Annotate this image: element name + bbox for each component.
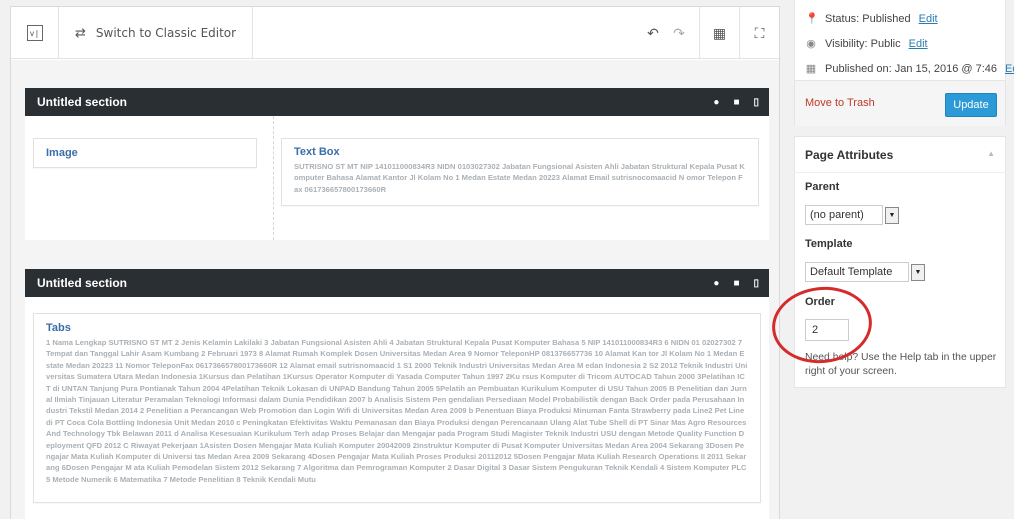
page-attributes-title: Page Attributes — [805, 148, 894, 162]
status-label: Status: Published — [825, 12, 911, 25]
editor-toolbar: v| ⇄ Switch to Classic Editor ↶ ↷ ▦ ⛶ — [11, 7, 779, 59]
undo-icon[interactable]: ↶ — [639, 7, 667, 59]
publish-box: 📍 Status: Published Edit ◉ Visibility: P… — [794, 0, 1014, 126]
element-title: Image — [46, 147, 78, 159]
column-divider — [273, 116, 274, 240]
order-label: Order — [805, 296, 835, 308]
eye-icon: ◉ — [806, 38, 816, 50]
section-title: Untitled section — [37, 95, 128, 109]
element-title: Tabs — [46, 322, 71, 334]
clone-icon[interactable]: ■ — [733, 278, 739, 289]
published-edit-link[interactable]: Edit — [1005, 63, 1014, 75]
delete-icon[interactable]: ▯ — [753, 97, 759, 108]
editor-canvas: Untitled section ● ■ ▯ Image Text Box SU… — [11, 60, 779, 519]
element-content: SUTRISNO ST MT NIP 141011000834R3 NIDN 0… — [294, 162, 745, 194]
paint-icon[interactable]: ● — [713, 278, 719, 289]
chevron-down-icon: ▼ — [885, 206, 899, 224]
chevron-down-icon: ▼ — [911, 263, 925, 281]
publish-actions: Move to Trash Update — [795, 80, 1005, 126]
order-input[interactable]: 2 — [805, 319, 849, 341]
section-header[interactable]: Untitled section ● ■ ▯ — [25, 269, 769, 297]
switch-icon: ⇄ — [75, 25, 86, 41]
delete-icon[interactable]: ▯ — [753, 278, 759, 289]
published-label: Published on: Jan 15, 2016 @ 7:46 — [825, 62, 998, 75]
text-box-element[interactable]: Text Box SUTRISNO ST MT NIP 141011000834… — [281, 138, 759, 206]
layout-grid-icon[interactable]: ▦ — [699, 7, 739, 59]
switch-classic-label: Switch to Classic Editor — [95, 26, 237, 40]
fullscreen-icon[interactable]: ⛶ — [739, 7, 779, 59]
clone-icon[interactable]: ■ — [733, 97, 739, 108]
parent-select-value: (no parent) — [805, 205, 883, 225]
element-content: 1 Nama Lengkap SUTRISNO ST MT 2 Jenis Ke… — [46, 338, 748, 484]
visibility-edit-link[interactable]: Edit — [909, 38, 928, 50]
visual-composer-editor: v| ⇄ Switch to Classic Editor ↶ ↷ ▦ ⛶ Un… — [10, 6, 780, 519]
collapse-arrow-icon[interactable]: ▲ — [987, 149, 995, 158]
section-body: Image Text Box SUTRISNO ST MT NIP 141011… — [25, 116, 769, 240]
redo-icon[interactable]: ↷ — [665, 7, 693, 59]
image-element[interactable]: Image — [33, 138, 257, 168]
move-to-trash-link[interactable]: Move to Trash — [805, 97, 875, 109]
status-edit-link[interactable]: Edit — [919, 13, 938, 25]
visibility-label: Visibility: Public — [825, 37, 901, 50]
parent-label: Parent — [805, 181, 840, 193]
status-row: 📍 Status: Published Edit — [805, 12, 938, 26]
element-title: Text Box — [294, 146, 340, 158]
section-title: Untitled section — [37, 276, 128, 290]
template-select[interactable]: Default Template ▼ — [805, 261, 925, 283]
pin-icon: 📍 — [805, 13, 819, 25]
section-tools: ● ■ ▯ — [713, 88, 759, 116]
template-select-value: Default Template — [805, 262, 909, 282]
switch-classic-editor-button[interactable]: ⇄ Switch to Classic Editor — [59, 7, 254, 59]
vc-logo-icon: v| — [26, 25, 43, 41]
tabs-element[interactable]: Tabs 1 Nama Lengkap SUTRISNO ST MT 2 Jen… — [33, 313, 761, 503]
section-body: Tabs 1 Nama Lengkap SUTRISNO ST MT 2 Jen… — [25, 297, 769, 519]
published-row: ▦ Published on: Jan 15, 2016 @ 7:46 Edit — [805, 62, 1014, 76]
calendar-icon: ▦ — [805, 63, 817, 75]
paint-icon[interactable]: ● — [713, 97, 719, 108]
section-header[interactable]: Untitled section ● ■ ▯ — [25, 88, 769, 116]
page-attributes-box: Page Attributes ▲ Parent (no parent) ▼ T… — [794, 136, 1006, 388]
parent-select[interactable]: (no parent) ▼ — [805, 204, 899, 226]
vc-logo-button[interactable]: v| — [11, 7, 59, 59]
section-tools: ● ■ ▯ — [713, 269, 759, 297]
page-attributes-header[interactable]: Page Attributes ▲ — [795, 137, 1005, 173]
help-text: Need help? Use the Help tab in the upper… — [805, 352, 997, 377]
update-button[interactable]: Update — [945, 93, 997, 117]
visibility-row: ◉ Visibility: Public Edit — [805, 37, 928, 51]
template-label: Template — [805, 238, 853, 250]
